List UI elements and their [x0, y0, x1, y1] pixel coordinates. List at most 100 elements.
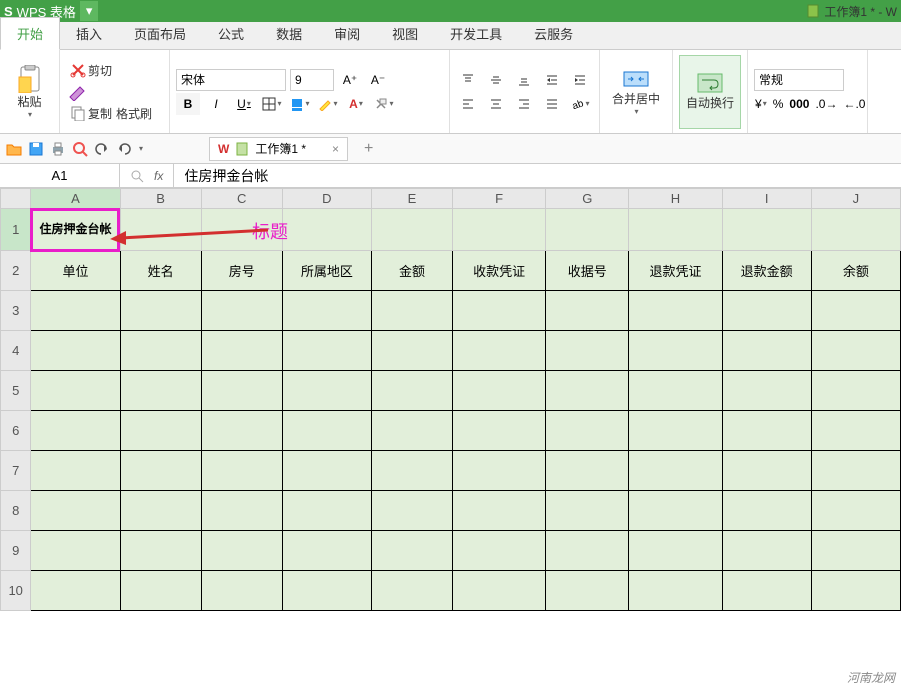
- merge-center-button[interactable]: 合并居中▾: [606, 55, 666, 129]
- cell[interactable]: [282, 411, 371, 451]
- col-header-G[interactable]: G: [546, 189, 629, 209]
- cell-A1[interactable]: 住房押金台帐: [31, 209, 120, 251]
- cell[interactable]: [201, 371, 282, 411]
- tab-developer[interactable]: 开发工具: [434, 18, 518, 49]
- redo-icon[interactable]: [116, 141, 132, 157]
- print-preview-icon[interactable]: [72, 141, 88, 157]
- tab-cloud[interactable]: 云服务: [518, 18, 589, 49]
- row-header-7[interactable]: 7: [1, 451, 31, 491]
- undo-icon[interactable]: [94, 141, 110, 157]
- cell[interactable]: [546, 491, 629, 531]
- underline-button[interactable]: U▾: [232, 93, 256, 115]
- cell[interactable]: [371, 531, 452, 571]
- cell[interactable]: [201, 491, 282, 531]
- paste-button[interactable]: 粘贴▾: [6, 55, 53, 129]
- cell-J2[interactable]: 余额: [811, 251, 900, 291]
- col-header-D[interactable]: D: [282, 189, 371, 209]
- fx-icon[interactable]: fx: [154, 169, 163, 183]
- formula-input[interactable]: 住房押金台帐: [174, 164, 901, 187]
- cell[interactable]: [811, 571, 900, 611]
- cell[interactable]: [371, 491, 452, 531]
- select-all-corner[interactable]: [1, 189, 31, 209]
- cell[interactable]: [546, 371, 629, 411]
- align-right-icon[interactable]: [512, 93, 536, 115]
- cell[interactable]: [629, 331, 722, 371]
- cell-C1[interactable]: [201, 209, 282, 251]
- row-header-10[interactable]: 10: [1, 571, 31, 611]
- cell-I1[interactable]: [722, 209, 811, 251]
- cell[interactable]: [453, 371, 546, 411]
- cell-B1[interactable]: [120, 209, 201, 251]
- fill-color-button[interactable]: ▾: [288, 93, 312, 115]
- cell-C2[interactable]: 房号: [201, 251, 282, 291]
- tab-review[interactable]: 审阅: [318, 18, 376, 49]
- cell-B2[interactable]: 姓名: [120, 251, 201, 291]
- font-size-select[interactable]: [290, 69, 334, 91]
- cell[interactable]: [282, 571, 371, 611]
- cell[interactable]: [453, 491, 546, 531]
- cell[interactable]: [722, 491, 811, 531]
- tab-page-layout[interactable]: 页面布局: [118, 18, 202, 49]
- col-header-E[interactable]: E: [371, 189, 452, 209]
- increase-font-icon[interactable]: A⁺: [338, 69, 362, 91]
- col-header-I[interactable]: I: [722, 189, 811, 209]
- cell[interactable]: [371, 371, 452, 411]
- cell[interactable]: [120, 491, 201, 531]
- cell[interactable]: [811, 411, 900, 451]
- cell[interactable]: [282, 291, 371, 331]
- col-header-F[interactable]: F: [453, 189, 546, 209]
- cell[interactable]: [282, 491, 371, 531]
- cell-H2[interactable]: 退款凭证: [629, 251, 722, 291]
- highlight-button[interactable]: ▾: [316, 93, 340, 115]
- cell[interactable]: [120, 451, 201, 491]
- eraser-icon[interactable]: [66, 83, 86, 101]
- cell[interactable]: [629, 451, 722, 491]
- decrease-decimal-icon[interactable]: ←.0: [842, 93, 866, 115]
- cell-A2[interactable]: 单位: [31, 251, 120, 291]
- cell[interactable]: [120, 291, 201, 331]
- align-bottom-icon[interactable]: [512, 69, 536, 91]
- tab-data[interactable]: 数据: [260, 18, 318, 49]
- row-header-2[interactable]: 2: [1, 251, 31, 291]
- cell[interactable]: [201, 451, 282, 491]
- cell[interactable]: [120, 331, 201, 371]
- font-color-button[interactable]: A▾: [344, 93, 368, 115]
- cell[interactable]: [371, 451, 452, 491]
- row-header-8[interactable]: 8: [1, 491, 31, 531]
- cell-F2[interactable]: 收款凭证: [453, 251, 546, 291]
- cell[interactable]: [31, 451, 120, 491]
- cell[interactable]: [453, 291, 546, 331]
- percent-icon[interactable]: %: [772, 93, 785, 115]
- cell[interactable]: [31, 531, 120, 571]
- cell[interactable]: [201, 531, 282, 571]
- indent-decrease-icon[interactable]: [540, 69, 564, 91]
- cell[interactable]: [120, 531, 201, 571]
- cell[interactable]: [629, 291, 722, 331]
- col-header-A[interactable]: A: [31, 189, 120, 209]
- border-button[interactable]: ▾: [260, 93, 284, 115]
- row-header-6[interactable]: 6: [1, 411, 31, 451]
- qa-customize-icon[interactable]: ▾: [139, 144, 143, 153]
- cell[interactable]: [201, 291, 282, 331]
- cell-D1[interactable]: [282, 209, 371, 251]
- cell[interactable]: [722, 411, 811, 451]
- cell[interactable]: [722, 331, 811, 371]
- orientation-icon[interactable]: ab▾: [568, 93, 592, 115]
- italic-button[interactable]: I: [204, 93, 228, 115]
- cell[interactable]: [31, 331, 120, 371]
- cell[interactable]: [629, 371, 722, 411]
- decrease-font-icon[interactable]: A⁻: [366, 69, 390, 91]
- comma-icon[interactable]: 000: [788, 93, 810, 115]
- cell[interactable]: [31, 491, 120, 531]
- currency-icon[interactable]: ¥▾: [754, 93, 768, 115]
- align-top-icon[interactable]: [456, 69, 480, 91]
- clear-format-button[interactable]: ▾: [372, 93, 396, 115]
- cell[interactable]: [811, 291, 900, 331]
- col-header-H[interactable]: H: [629, 189, 722, 209]
- wrap-text-button[interactable]: 自动换行: [679, 55, 741, 129]
- cell[interactable]: [722, 531, 811, 571]
- tab-view[interactable]: 视图: [376, 18, 434, 49]
- cell[interactable]: [811, 491, 900, 531]
- cell-G2[interactable]: 收据号: [546, 251, 629, 291]
- font-name-select[interactable]: [176, 69, 286, 91]
